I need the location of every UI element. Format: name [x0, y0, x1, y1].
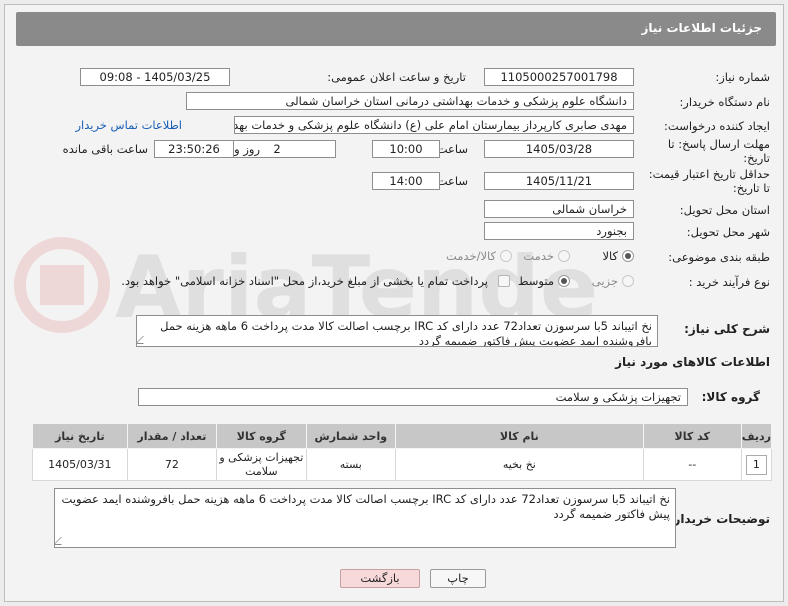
price-validity-date-field[interactable]: 1405/11/21 — [484, 172, 634, 190]
resize-grip-icon[interactable] — [137, 336, 151, 344]
announce-label: تاریخ و ساعت اعلان عمومی: — [327, 70, 466, 84]
items-section-title: اطلاعات کالاهای مورد نیاز — [615, 355, 770, 369]
description-label: شرح کلی نیاز: — [684, 322, 770, 336]
deadline-label: مهلت ارسال پاسخ: تا تاریخ: — [667, 137, 770, 165]
buyer-notes-text: نخ اتیباند 5با سرسوزن تعداد72 عدد دارای … — [61, 492, 670, 521]
category-radio-goods-service[interactable] — [500, 250, 512, 262]
buyer-notes-textarea[interactable]: نخ اتیباند 5با سرسوزن تعداد72 عدد دارای … — [54, 488, 676, 548]
province-label: استان محل تحویل: — [679, 203, 770, 217]
need-number-label: شماره نیاز: — [715, 70, 770, 84]
process-radio-medium[interactable] — [558, 275, 570, 287]
process-radio-minor[interactable] — [622, 275, 634, 287]
col-header-quantity: تعداد / مقدار — [126, 423, 218, 449]
cell-row-number: 1 — [740, 448, 773, 481]
page-title: جزئیات اطلاعات نیاز — [641, 21, 762, 35]
city-field[interactable]: بجنورد — [484, 222, 634, 240]
need-number-field[interactable]: 1105000257001798 — [484, 68, 634, 86]
process-option-minor: جزیی — [591, 274, 618, 288]
resize-grip-icon[interactable] — [55, 537, 69, 545]
category-label: طبقه بندی موضوعی: — [668, 250, 770, 264]
category-option-goods: کالا — [602, 249, 618, 263]
description-textarea[interactable]: نخ اتیباند 5با سرسوزن تعداد72 عدد دارای … — [136, 315, 658, 347]
remaining-label: ساعت باقی مانده — [62, 142, 148, 156]
requester-field[interactable]: مهدی صابری کارپرداز بیمارستان امام علی (… — [234, 116, 634, 134]
province-field[interactable]: خراسان شمالی — [484, 200, 634, 218]
print-button[interactable]: چاپ — [430, 569, 486, 588]
goods-group-label: گروه کالا: — [701, 390, 760, 404]
buyer-notes-label: توضیحات خریدار: — [668, 512, 770, 526]
header-bar: جزئیات اطلاعات نیاز — [16, 12, 776, 46]
process-label: نوع فرآیند خرید : — [688, 275, 770, 289]
price-validity-time-field[interactable]: 14:00 — [372, 172, 440, 190]
deadline-time-field[interactable]: 10:00 — [372, 140, 440, 158]
price-validity-label: حداقل تاریخ اعتبار قیمت: تا تاریخ: — [648, 167, 770, 195]
cell-item-code: -- — [642, 448, 742, 481]
cell-item-name: نخ بخیه — [395, 448, 644, 481]
description-text: نخ اتیباند 5با سرسوزن تعداد72 عدد دارای … — [160, 319, 652, 347]
col-header-item-name: نام کالا — [395, 423, 644, 449]
cell-goods-group: تجهیزات پزشکی و سلامت — [216, 448, 307, 481]
deadline-time-label: ساعت — [436, 142, 468, 156]
treasury-payment-checkbox[interactable] — [498, 275, 510, 287]
treasury-payment-note: پرداخت تمام یا بخشی از مبلغ خرید،از محل … — [121, 274, 488, 288]
process-option-medium: متوسط — [517, 274, 554, 288]
back-button[interactable]: بازگشت — [340, 569, 420, 588]
requester-label: ایجاد کننده درخواست: — [664, 119, 770, 133]
category-radio-service[interactable] — [558, 250, 570, 262]
col-header-need-date: تاریخ نیاز — [32, 423, 128, 449]
remaining-time-field[interactable]: 23:50:26 — [154, 140, 234, 158]
table-row: 1 -- نخ بخیه بسته تجهیزات پزشکی و سلامت … — [32, 448, 773, 481]
cell-need-date: 1405/03/31 — [32, 448, 128, 481]
items-table: ردیف کد کالا نام کالا واحد شمارش گروه کا… — [32, 423, 773, 481]
category-radio-goods[interactable] — [622, 250, 634, 262]
city-label: شهر محل تحویل: — [686, 225, 770, 239]
col-header-row-number: ردیف — [740, 423, 773, 449]
buyer-org-label: نام دستگاه خریدار: — [679, 95, 770, 109]
col-header-item-code: کد کالا — [642, 423, 742, 449]
col-header-unit: واحد شمارش — [305, 423, 397, 449]
cell-unit: بسته — [305, 448, 397, 481]
category-option-goods-service: کالا/خدمت — [445, 249, 496, 263]
announce-field[interactable]: 1405/03/25 - 09:08 — [80, 68, 230, 86]
goods-group-field[interactable]: تجهیزات پزشکی و سلامت — [138, 388, 688, 406]
cell-quantity: 72 — [126, 448, 218, 481]
buyer-contact-link[interactable]: اطلاعات تماس خریدار — [75, 118, 182, 132]
price-validity-time-label: ساعت — [436, 174, 468, 188]
col-header-goods-group: گروه کالا — [216, 423, 307, 449]
days-label: روز و — [234, 142, 260, 156]
items-table-header: ردیف کد کالا نام کالا واحد شمارش گروه کا… — [32, 423, 773, 449]
buyer-org-field[interactable]: دانشگاه علوم پزشکی و خدمات بهداشتی درمان… — [186, 92, 634, 110]
category-option-service: خدمت — [523, 249, 554, 263]
deadline-date-field[interactable]: 1405/03/28 — [484, 140, 634, 158]
